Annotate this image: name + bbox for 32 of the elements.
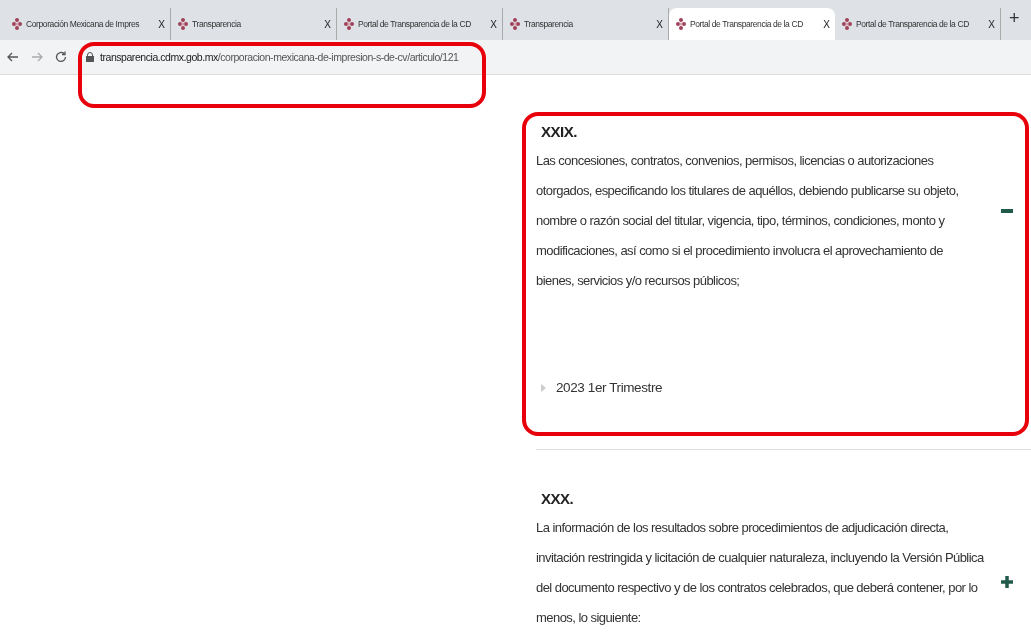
reload-icon[interactable] (54, 50, 68, 64)
tab-close-button[interactable]: X (158, 18, 165, 30)
section-description: Las concesiones, contratos, convenios, permisos, licencias o autorizaciones otorgados, especificando los titulares de aquéllos, debiendo publicarse su objeto, nombre o razón social del titular, vigencia, tipo, términos, condiciones, monto y modificaciones, así como si el procedimiento involucra el aprovechamiento de bienes, servicios y/o recursos públicos; (536, 152, 960, 290)
tab-title: Corporación Mexicana de Impres (26, 19, 141, 29)
tab-close-button[interactable]: X (490, 18, 497, 30)
section-description: La información de los resultados sobre procedimientos de adjudicación directa, invitación restringida y licitación de cualquier naturaleza, incluyendo la Versión Pública del documento respectivo y de los contratos celebrados, que deberá contener, por lo menos, lo siguiente: (536, 519, 984, 627)
site-logo-icon (842, 18, 852, 30)
browser-tab[interactable]: Portal de Transparencia de la CD X (669, 8, 835, 40)
triangle-icon (541, 383, 546, 392)
period-link[interactable]: 2023 1er Trimestre (556, 380, 663, 395)
tab-title: Transparencia (524, 19, 574, 29)
collapse-icon[interactable] (1000, 209, 1014, 213)
section-numeral: XXX. (541, 490, 575, 507)
tab-close-button[interactable]: X (324, 18, 331, 30)
site-logo-icon (12, 18, 22, 30)
site-logo-icon (178, 18, 188, 30)
tab-close-button[interactable]: X (988, 18, 995, 30)
tab-title: Portal de Transparencia de la CD (358, 19, 472, 29)
back-icon[interactable] (6, 50, 20, 64)
site-logo-icon (344, 18, 354, 30)
address-bar[interactable]: transparencia.cdmx.gob.mx/corporacion-mexicana-de-impresion-s-de-cv/articulo/121 (86, 51, 459, 63)
site-logo-icon (510, 18, 520, 30)
site-logo-icon (676, 18, 686, 30)
expand-icon[interactable] (1000, 576, 1014, 588)
lock-icon (86, 52, 94, 62)
tab-title: Portal de Transparencia de la CD (690, 19, 804, 29)
tab-title: Transparencia (192, 19, 242, 29)
tab-title: Portal de Transparencia de la CD (856, 19, 970, 29)
tab-close-button[interactable]: X (823, 18, 830, 30)
tab-close-button[interactable]: X (656, 18, 663, 30)
new-tab-button[interactable]: + (1001, 7, 1028, 33)
section-numeral: XXIX. (541, 123, 578, 140)
